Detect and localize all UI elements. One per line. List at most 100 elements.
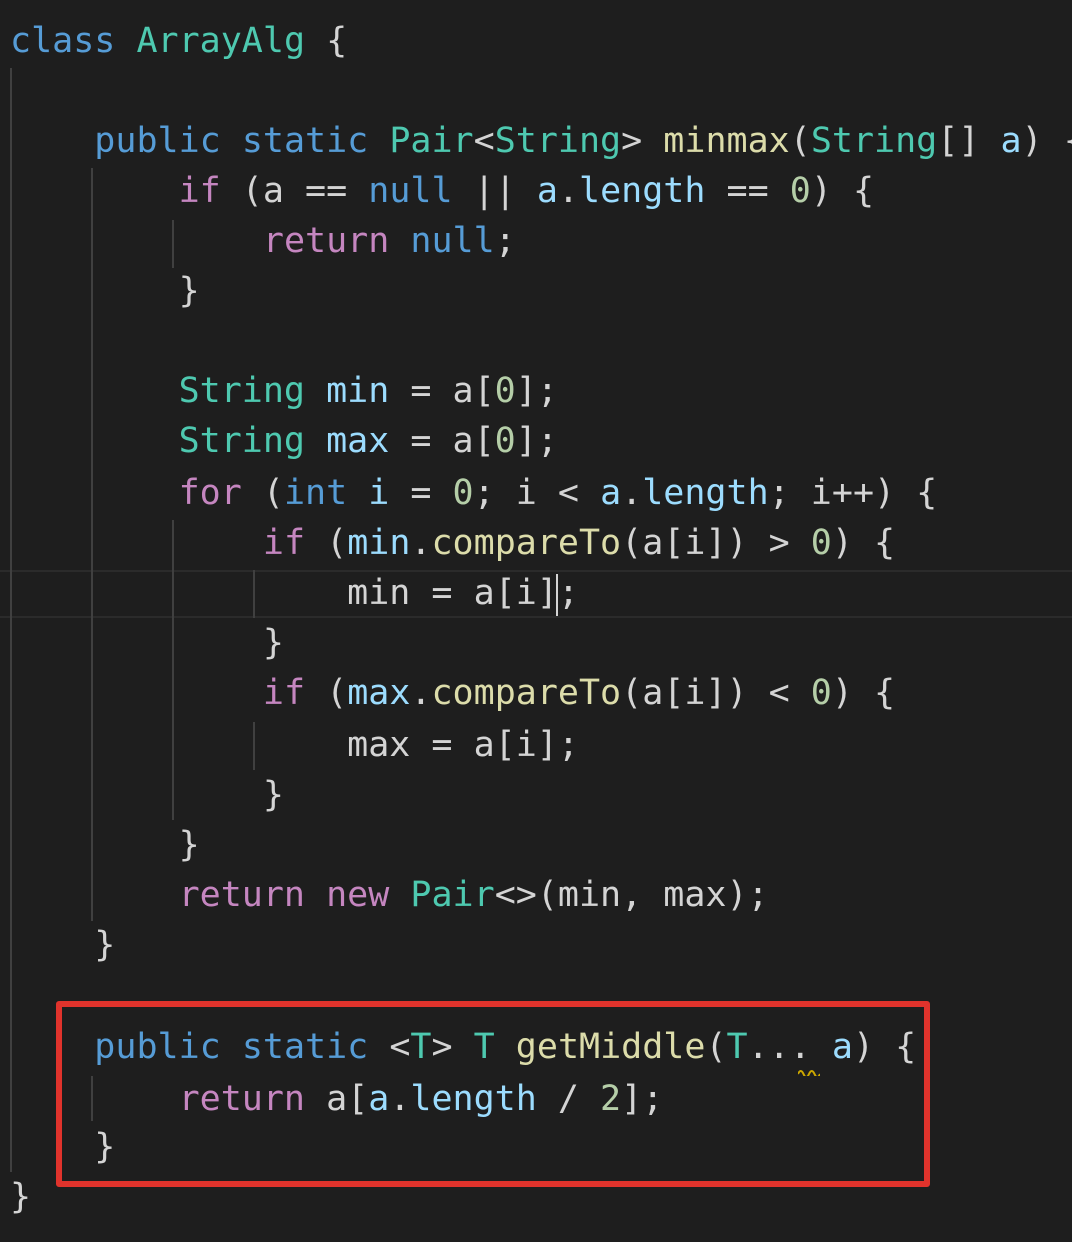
code-token: ( bbox=[241, 473, 284, 513]
code-token: 0 bbox=[810, 523, 832, 563]
code-token: < bbox=[473, 121, 495, 161]
code-line[interactable]: class ArrayAlg { bbox=[10, 16, 347, 66]
highlight-box bbox=[56, 1001, 930, 1187]
code-token: max bbox=[326, 421, 390, 461]
code-editor[interactable]: class ArrayAlg { public static Pair<Stri… bbox=[0, 0, 1072, 1242]
code-token: String bbox=[178, 371, 306, 411]
code-token: (a[i]) < bbox=[621, 673, 811, 713]
code-token: min bbox=[326, 371, 390, 411]
text-cursor bbox=[556, 574, 558, 616]
code-token: return bbox=[178, 875, 306, 915]
code-token: ArrayAlg bbox=[136, 21, 306, 61]
code-token: } bbox=[10, 825, 200, 865]
code-line[interactable]: } bbox=[10, 618, 284, 668]
code-token: } bbox=[10, 623, 284, 663]
code-token: Pair bbox=[410, 875, 495, 915]
code-line[interactable]: String max = a[0]; bbox=[10, 416, 558, 466]
code-token: { bbox=[305, 21, 348, 61]
code-line[interactable]: public static Pair<String> minmax(String… bbox=[10, 116, 1072, 166]
code-token: . bbox=[621, 473, 643, 513]
code-token: ) { bbox=[831, 523, 896, 563]
code-token: compareTo bbox=[431, 523, 622, 563]
code-line[interactable]: return null; bbox=[10, 216, 516, 266]
code-token: String bbox=[494, 121, 622, 161]
code-token: ( bbox=[789, 121, 811, 161]
code-token: . bbox=[410, 673, 432, 713]
code-token: > bbox=[621, 121, 664, 161]
code-line[interactable]: String min = a[0]; bbox=[10, 366, 558, 416]
code-token: a bbox=[600, 473, 622, 513]
code-token: ) { bbox=[810, 171, 875, 211]
code-token: (a[i]) > bbox=[621, 523, 811, 563]
code-line[interactable]: } bbox=[10, 266, 200, 316]
code-token: 0 bbox=[810, 673, 832, 713]
code-line[interactable]: for (int i = 0; i < a.length; i++) { bbox=[10, 468, 938, 518]
code-token: if bbox=[262, 673, 306, 713]
code-token: max = a[i]; bbox=[10, 725, 579, 765]
code-line[interactable]: } bbox=[10, 920, 115, 970]
code-line[interactable]: if (min.compareTo(a[i]) > 0) { bbox=[10, 518, 895, 568]
code-token: public bbox=[94, 121, 221, 161]
code-token: ; i++) { bbox=[768, 473, 938, 513]
code-token: int bbox=[283, 473, 348, 513]
code-token: a bbox=[536, 171, 558, 211]
code-token: null bbox=[410, 221, 495, 261]
code-token: String bbox=[178, 421, 306, 461]
code-token: 0 bbox=[494, 371, 516, 411]
code-token: } bbox=[10, 1177, 32, 1217]
code-token: length bbox=[642, 473, 769, 513]
code-line[interactable]: } bbox=[10, 820, 200, 870]
code-token: = a[ bbox=[389, 421, 495, 461]
code-token: 0 bbox=[494, 421, 516, 461]
code-token: ( bbox=[305, 673, 348, 713]
code-token: Pair bbox=[389, 121, 474, 161]
code-line[interactable]: if (max.compareTo(a[i]) < 0) { bbox=[10, 668, 895, 718]
code-token: 0 bbox=[789, 171, 811, 211]
code-line[interactable]: } bbox=[10, 770, 284, 820]
code-token: i bbox=[368, 473, 390, 513]
code-token: = bbox=[389, 473, 453, 513]
code-line[interactable]: max = a[i]; bbox=[10, 720, 579, 770]
code-token: 0 bbox=[452, 473, 474, 513]
code-token: class bbox=[10, 21, 116, 61]
code-token: ) { bbox=[1021, 121, 1072, 161]
code-line[interactable]: } bbox=[10, 1172, 31, 1222]
code-token: ( bbox=[305, 523, 348, 563]
code-token: (a == bbox=[220, 171, 369, 211]
code-token: [] bbox=[937, 121, 1001, 161]
code-token: String bbox=[810, 121, 938, 161]
code-line[interactable]: return new Pair<>(min, max); bbox=[10, 870, 769, 920]
code-token: static bbox=[241, 121, 369, 161]
code-token: length bbox=[579, 171, 706, 211]
code-token: ; bbox=[494, 221, 516, 261]
code-token: min = a[i]; bbox=[10, 573, 579, 613]
code-token: ]; bbox=[515, 371, 558, 411]
code-token: for bbox=[178, 473, 242, 513]
code-token: ]; bbox=[515, 421, 558, 461]
code-token: } bbox=[10, 775, 284, 815]
code-line[interactable]: if (a == null || a.length == 0) { bbox=[10, 166, 874, 216]
code-token: return bbox=[262, 221, 390, 261]
code-token: a bbox=[1000, 121, 1022, 161]
code-token: new bbox=[326, 875, 390, 915]
code-line[interactable]: min = a[i]; bbox=[10, 568, 579, 618]
code-token: == bbox=[705, 171, 790, 211]
code-token: minmax bbox=[663, 121, 790, 161]
code-token: } bbox=[10, 925, 116, 965]
code-token: . bbox=[410, 523, 432, 563]
code-token: . bbox=[557, 171, 579, 211]
code-token: <>(min, max); bbox=[494, 875, 769, 915]
